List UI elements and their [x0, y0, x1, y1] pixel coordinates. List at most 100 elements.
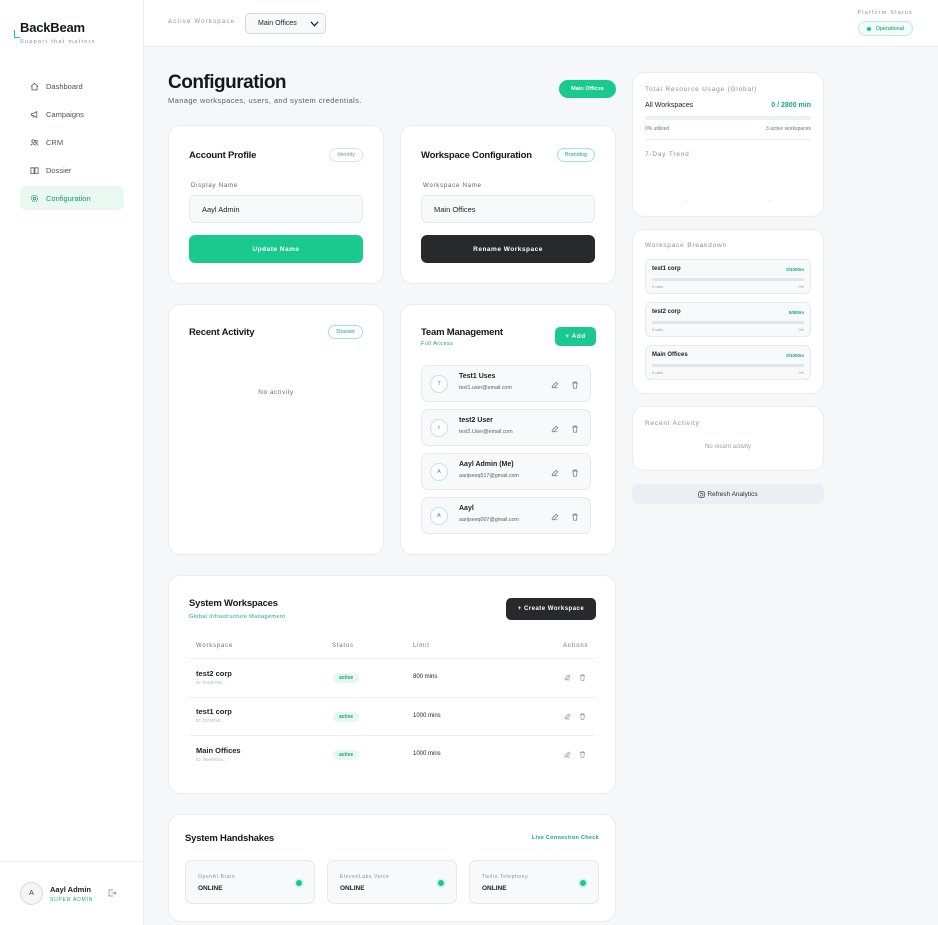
avatar[interactable]: A: [20, 882, 43, 905]
right-activity-title: Recent Activity: [645, 420, 700, 427]
trash-icon[interactable]: [571, 381, 579, 389]
trash-icon[interactable]: [579, 751, 586, 758]
service-status: ONLINE: [198, 885, 223, 892]
user-profile: A Aayl Admin SUPER ADMIN: [0, 861, 143, 925]
member-email: aarijseeq007@gmail.com: [459, 517, 519, 523]
workspace-select[interactable]: Main Offices: [245, 13, 326, 34]
breakdown-calls: 0 calls: [652, 285, 663, 289]
sidebar-item-label: Configuration: [46, 193, 91, 203]
user-role: SUPER ADMIN: [50, 896, 94, 903]
card-title: System Workspaces: [189, 598, 278, 609]
member-avatar: A: [430, 463, 448, 481]
sidebar-item-label: CRM: [46, 137, 64, 147]
member-avatar: t: [430, 419, 448, 437]
workspace-id: ID: 96e8e0a4...: [196, 757, 227, 762]
team-member: A Aayl aarijseeq007@gmail.com: [421, 497, 591, 534]
usage-scope: All Workspaces: [645, 102, 694, 109]
refresh-label: Refresh Analytics: [707, 490, 758, 498]
breakdown-calls: 0 calls: [652, 328, 663, 332]
live-connection-check-link[interactable]: Live Connection Check: [532, 835, 599, 841]
brand[interactable]: BackBeam Support that matters: [14, 20, 96, 45]
platform-status-label: Platform Status: [857, 10, 913, 16]
resource-usage-card: Total Resource Usage (Global) All Worksp…: [632, 72, 824, 217]
home-icon: [30, 82, 39, 90]
handshake-item: ElevenLabs Voice ONLINE: [327, 860, 457, 904]
update-name-button[interactable]: Update Name: [189, 235, 363, 263]
edit-icon[interactable]: [551, 381, 559, 389]
trash-icon[interactable]: [579, 674, 586, 681]
service-name: Twilio Telephony: [482, 874, 529, 880]
create-workspace-button[interactable]: + Create Workspace: [506, 598, 596, 620]
column-header: Workspace: [196, 643, 234, 649]
member-name: Aayl Admin (Me): [459, 461, 514, 468]
workspace-id: ID: f3750fe8...: [196, 718, 225, 723]
sidebar-item-dashboard[interactable]: Dashboard: [20, 74, 124, 98]
workspace-breakdown-card: Workspace Breakdown test1 corp 0/1000m 0…: [632, 229, 824, 394]
online-indicator-icon: [580, 880, 586, 886]
trash-icon[interactable]: [579, 713, 586, 720]
trend-chart: [645, 163, 811, 203]
trend-x-label: -: [769, 198, 771, 204]
rename-workspace-button[interactable]: Rename Workspace: [421, 235, 595, 263]
identity-tag: Identity: [329, 148, 363, 162]
trend-title: 7-Day Trend: [645, 151, 690, 158]
sidebar-item-configuration[interactable]: Configuration: [20, 186, 124, 210]
usage-active-count: 3 active workspaces: [765, 126, 811, 132]
team-member: A Aayl Admin (Me) aarijseeq517@gmail.com: [421, 453, 591, 490]
breakdown-percent: 0%: [798, 371, 805, 375]
card-title: Recent Activity: [189, 327, 255, 338]
top-bar: Active Workspace Main Offices Platform S…: [144, 0, 938, 47]
breakdown-progress-bar: [652, 321, 804, 324]
user-name: Aayl Admin: [50, 884, 91, 894]
sidebar: BackBeam Support that matters Dashboard …: [0, 0, 144, 925]
breakdown-value: 0/1000m: [786, 353, 804, 358]
sidebar-item-crm[interactable]: CRM: [20, 130, 124, 154]
breakdown-percent: 0%: [798, 328, 805, 332]
workspace-select-value: Main Offices: [258, 20, 297, 27]
megaphone-icon: [30, 110, 38, 118]
breakdown-name: test2 corp: [652, 309, 681, 315]
gear-icon: [30, 194, 39, 202]
add-member-button[interactable]: + Add: [555, 327, 596, 346]
sidebar-item-dossier[interactable]: Dossier: [20, 158, 124, 182]
refresh-icon: [698, 490, 706, 498]
workspace-name-label: Workspace Name: [423, 183, 482, 189]
workspace-limit: 1000 mins: [413, 713, 441, 719]
breakdown-percent: 0%: [798, 285, 805, 289]
workspace-name: test1 corp: [196, 707, 232, 716]
trash-icon[interactable]: [571, 425, 579, 433]
member-name: test2 User: [459, 417, 493, 424]
edit-icon[interactable]: [551, 469, 559, 477]
refresh-analytics-button[interactable]: Refresh Analytics: [632, 484, 824, 504]
column-header: Actions: [563, 643, 589, 649]
member-email: test1.user@email.com: [459, 385, 512, 391]
breakdown-item: test2 corp 0/800m 0 calls 0%: [645, 302, 811, 337]
online-indicator-icon: [438, 880, 444, 886]
edit-icon[interactable]: [551, 513, 559, 521]
edit-icon[interactable]: [564, 674, 571, 681]
edit-icon[interactable]: [564, 713, 571, 720]
sidebar-item-label: Dashboard: [46, 81, 83, 91]
account-profile-card: Account Profile Identity Display Name Aa…: [168, 125, 384, 284]
sidebar-item-campaigns[interactable]: Campaigns: [20, 102, 124, 126]
edit-icon[interactable]: [564, 751, 571, 758]
divider: [189, 697, 595, 698]
card-title: Team Management: [421, 327, 503, 338]
member-name: Aayl: [459, 505, 474, 512]
edit-icon[interactable]: [551, 425, 559, 433]
dossier-tag[interactable]: Dossier: [328, 325, 363, 339]
handshake-item: Twilio Telephony ONLINE: [469, 860, 599, 904]
brand-title: BackBeam: [20, 20, 85, 35]
workspace-name-input[interactable]: Main Offices: [421, 195, 595, 223]
trash-icon[interactable]: [571, 469, 579, 477]
divider: [189, 658, 595, 659]
page-subtitle: Manage workspaces, users, and system cre…: [168, 96, 362, 105]
column-header: Status: [332, 643, 354, 649]
sidebar-item-label: Campaigns: [46, 109, 84, 119]
workspace-name: test2 corp: [196, 669, 232, 678]
card-title: System Handshakes: [185, 833, 275, 844]
trash-icon[interactable]: [571, 513, 579, 521]
logout-icon[interactable]: [107, 888, 117, 898]
display-name-input[interactable]: Aayl Admin: [189, 195, 363, 223]
team-member: T Test1 Uses test1.user@email.com: [421, 365, 591, 402]
